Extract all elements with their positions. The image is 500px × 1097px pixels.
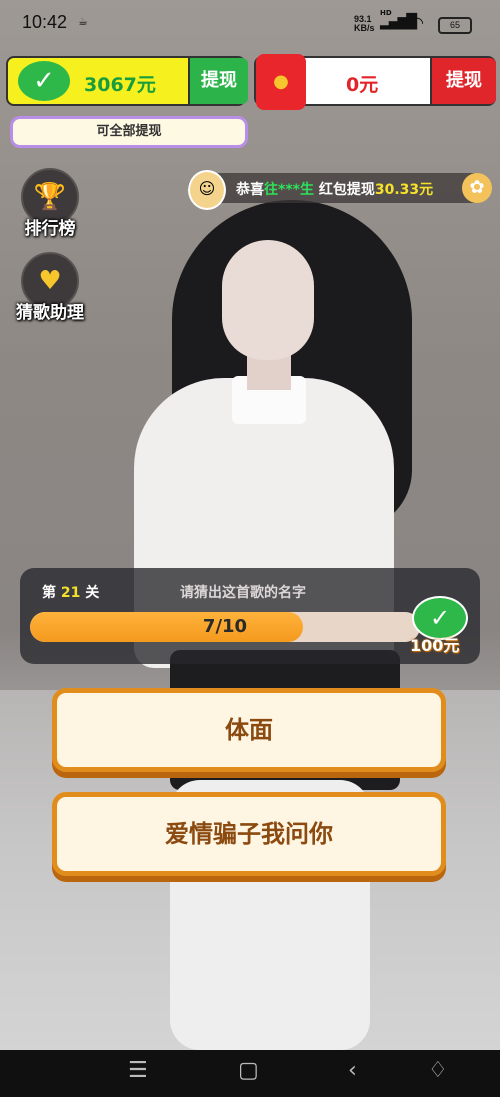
system-nav-bar: ☰ ▢ ‹ ♢	[0, 1050, 500, 1097]
figure-face	[222, 240, 314, 360]
wallet-bar: ✓ 3067元 提现	[6, 56, 248, 106]
wechat-check-icon: ✓	[18, 61, 70, 101]
answer-option-2[interactable]: 爱情骗子我问你	[52, 792, 446, 876]
ticker-text: 恭喜往***生 红包提现30.33元	[236, 179, 433, 199]
avatar: ☺	[188, 170, 226, 210]
status-time: 10:42	[22, 12, 68, 32]
wallet-withdraw-button[interactable]: 提现	[188, 58, 248, 104]
assist-icon[interactable]: ♢	[428, 1058, 448, 1083]
ticker-prefix: 恭喜	[236, 182, 264, 198]
answer-option-1[interactable]: 体面	[52, 688, 446, 772]
ticker-amount: 30.33元	[374, 182, 434, 198]
level-prefix: 第	[42, 585, 56, 601]
withdraw-ticker: ☺ 恭喜往***生 红包提现30.33元 ✿	[188, 170, 492, 210]
red-packet-amount: 0元	[346, 74, 379, 96]
leaderboard-button[interactable]: 🏆 排行榜	[8, 168, 92, 239]
menu-icon[interactable]: ☰	[128, 1058, 148, 1083]
level-indicator: 第 21 关	[42, 582, 99, 602]
status-bar: 10:42 ☕ 93.1 KB/s ▂▄▆█ HD ◠ 65	[0, 0, 500, 50]
wifi-icon: ◠	[410, 13, 424, 32]
leaderboard-label: 排行榜	[24, 219, 76, 239]
notification-icon: ☕	[78, 15, 88, 28]
quiz-panel: 第 21 关 请猜出这首歌的名字 7/10 ✓ 100元	[20, 568, 480, 664]
network-speed-unit: KB/s	[354, 23, 375, 33]
assistant-button[interactable]: ♥ 猜歌助理	[8, 252, 92, 323]
wallet-amount: 3067元	[84, 74, 156, 96]
reward-amount: 100元	[410, 636, 460, 655]
red-packet-withdraw-button[interactable]: 提现	[430, 58, 496, 104]
ticker-user: 往***生	[264, 182, 314, 198]
net-type: HD	[380, 9, 392, 17]
level-suffix: 关	[85, 585, 100, 601]
progress-bar: 7/10	[30, 612, 420, 642]
ticker-middle: 红包提现	[313, 182, 375, 198]
level-number: 21	[60, 585, 81, 601]
red-envelope-icon: ●	[256, 54, 306, 110]
network-speed: 93.1 KB/s	[354, 15, 375, 33]
background-photo	[0, 0, 500, 1050]
question-text: 请猜出这首歌的名字	[180, 585, 306, 601]
assistant-label: 猜歌助理	[16, 303, 84, 323]
gear-icon[interactable]: ✿	[462, 173, 492, 203]
withdraw-tip: 可全部提现	[10, 116, 248, 148]
back-icon[interactable]: ‹	[348, 1058, 357, 1083]
battery-icon: 65	[438, 17, 472, 34]
progress-text: 7/10	[202, 616, 248, 637]
home-icon[interactable]: ▢	[238, 1058, 259, 1083]
red-packet-bar: ● 0元 提现	[254, 54, 496, 110]
